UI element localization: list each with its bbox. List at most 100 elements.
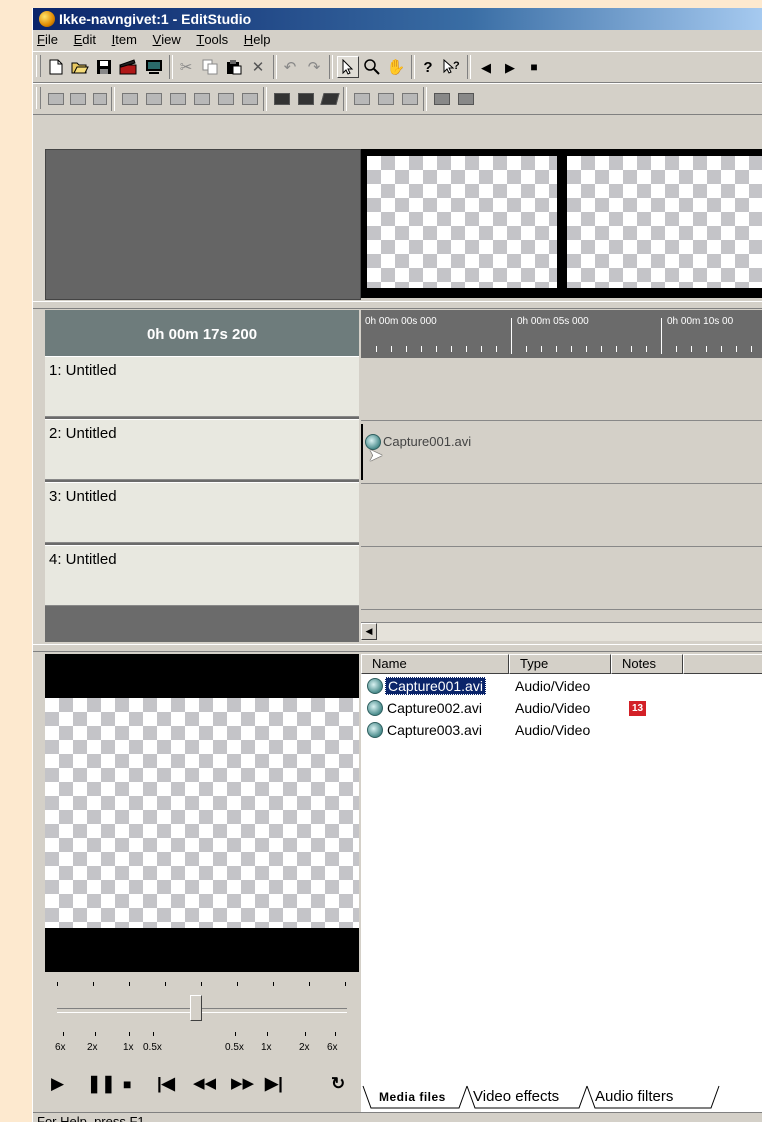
hand-tool-icon[interactable]: ✋ (385, 56, 407, 78)
track-lane-4[interactable] (361, 547, 762, 610)
tab-media-files[interactable]: Media files (379, 1086, 446, 1108)
column-header-filler (683, 654, 762, 674)
new-file-icon[interactable] (45, 56, 67, 78)
column-header-notes[interactable]: Notes (611, 654, 683, 674)
pane-splitter[interactable] (33, 301, 762, 309)
join-clip-icon (67, 88, 89, 110)
stop-icon[interactable]: ■ (123, 1076, 131, 1092)
video-preview[interactable] (45, 698, 359, 928)
loop-icon[interactable]: ↻ (331, 1074, 345, 1094)
ruler-label: 0h 00m 10s 00 (667, 316, 734, 327)
split-clip-icon (45, 88, 67, 110)
note-badge: 13 (629, 701, 646, 716)
layer-skew-icon[interactable] (319, 88, 341, 110)
clapper-icon[interactable] (117, 56, 139, 78)
speed-label: 2x (299, 1042, 310, 1053)
play-icon[interactable]: ▶ (51, 1074, 64, 1094)
track-lane-1[interactable] (361, 358, 762, 421)
paste-icon[interactable] (223, 56, 245, 78)
slider-tick (93, 982, 94, 986)
media-files-list: Name Type Notes Capture001.avi Audio/Vid… (361, 654, 762, 1122)
fast-forward-icon[interactable]: ▶▶ (231, 1074, 254, 1092)
frame-thumbnail[interactable] (367, 156, 557, 288)
speed-slider-track[interactable] (57, 1008, 347, 1013)
player-panel: 6x 2x 1x 0.5x 0.5x 1x 2x 6x ▶ ❚❚ ■ |◀ ◀◀… (45, 654, 359, 1122)
track-lane-3[interactable] (361, 484, 762, 547)
ruler-tick (511, 318, 512, 354)
ruler-tick (496, 346, 497, 352)
track-label-3[interactable]: 3: Untitled (45, 482, 359, 543)
ruler-tick (436, 346, 437, 352)
main-toolbar: ✂ ✕ ↶ ↷ ✋ ? ? ◀ ▶ ■ (33, 51, 762, 83)
ruler-tick (406, 346, 407, 352)
slider-tick (237, 982, 238, 986)
scroll-left-icon[interactable]: ◀ (361, 623, 377, 640)
file-type: Audio/Video (515, 700, 591, 716)
column-header-name[interactable]: Name (361, 654, 509, 674)
go-to-start-icon[interactable]: |◀ (157, 1074, 175, 1094)
rewind-icon[interactable]: ◀◀ (193, 1074, 216, 1092)
menu-help[interactable]: Help (238, 30, 277, 50)
zoom-tool-icon[interactable] (361, 56, 383, 78)
ruler-label: 0h 00m 00s 000 (365, 316, 437, 327)
track-move-down-icon (191, 88, 213, 110)
slider-tick (267, 1032, 268, 1036)
list-item[interactable]: Capture002.avi Audio/Video 13 (365, 697, 646, 719)
go-to-end-icon[interactable]: ▶| (265, 1074, 283, 1094)
title-bar[interactable]: Ikke-navngivet:1 - EditStudio (33, 8, 762, 30)
timecode-display: 0h 00m 17s 200 (45, 310, 359, 356)
redo-icon: ↷ (307, 58, 321, 76)
letterbox-top (45, 654, 359, 698)
play-reverse-icon[interactable]: ◀ (475, 56, 497, 78)
file-name: Capture001.avi (385, 677, 486, 695)
ruler-tick (376, 346, 377, 352)
slider-tick (57, 982, 58, 986)
track-insert-icon (143, 88, 165, 110)
clip-label: Capture001.avi (383, 434, 472, 449)
list-item[interactable]: Capture003.avi Audio/Video (365, 719, 590, 741)
file-type: Audio/Video (515, 678, 591, 694)
play-forward-icon[interactable]: ▶ (499, 56, 521, 78)
column-header-type[interactable]: Type (509, 654, 611, 674)
monitor-icon[interactable] (143, 56, 165, 78)
stop-icon[interactable]: ■ (523, 56, 545, 78)
ruler-tick (631, 346, 632, 352)
context-help-icon[interactable]: ? (441, 56, 463, 78)
letterbox-bottom (45, 928, 359, 972)
tab-video-effects[interactable]: Video effects (473, 1086, 559, 1108)
ruler-tick (466, 346, 467, 352)
help-icon[interactable]: ? (417, 56, 439, 78)
video-file-icon (367, 700, 383, 716)
layer-front-icon[interactable] (295, 88, 317, 110)
tab-audio-filters[interactable]: Audio filters (595, 1086, 673, 1108)
remove-effect-icon[interactable] (455, 88, 477, 110)
track-label-2[interactable]: 2: Untitled (45, 419, 359, 480)
pause-icon[interactable]: ❚❚ (87, 1074, 116, 1094)
ruler-tick (721, 346, 722, 352)
timeline-scrollbar[interactable]: ◀ (361, 622, 762, 641)
menu-item[interactable]: Item (106, 30, 143, 50)
menu-view[interactable]: View (147, 30, 187, 50)
delete-icon: ✕ (251, 58, 265, 76)
track-properties-icon (239, 88, 261, 110)
export-icon[interactable] (431, 88, 453, 110)
open-folder-icon[interactable] (69, 56, 91, 78)
pointer-tool-icon[interactable] (337, 56, 359, 78)
pane-splitter[interactable] (33, 644, 762, 652)
list-item[interactable]: Capture001.avi Audio/Video (365, 675, 590, 697)
track-lane-2[interactable]: Capture001.avi ➤ (361, 421, 762, 484)
source-preview-pane (45, 149, 361, 300)
menu-edit[interactable]: Edit (68, 30, 102, 50)
track-label-1[interactable]: 1: Untitled (45, 356, 359, 417)
toolbar-separator (411, 55, 415, 79)
save-icon[interactable] (93, 56, 115, 78)
slider-tick (235, 1032, 236, 1036)
layer-back-icon[interactable] (271, 88, 293, 110)
video-file-icon (367, 722, 383, 738)
track-label-4[interactable]: 4: Untitled (45, 545, 359, 606)
menu-tools[interactable]: Tools (190, 30, 234, 50)
speed-slider-thumb[interactable] (190, 995, 202, 1021)
frame-thumbnail[interactable] (567, 156, 762, 288)
time-ruler[interactable]: 0h 00m 00s 000 0h 00m 05s 000 0h 00m 10s… (361, 310, 762, 358)
menu-file[interactable]: File (33, 30, 64, 50)
